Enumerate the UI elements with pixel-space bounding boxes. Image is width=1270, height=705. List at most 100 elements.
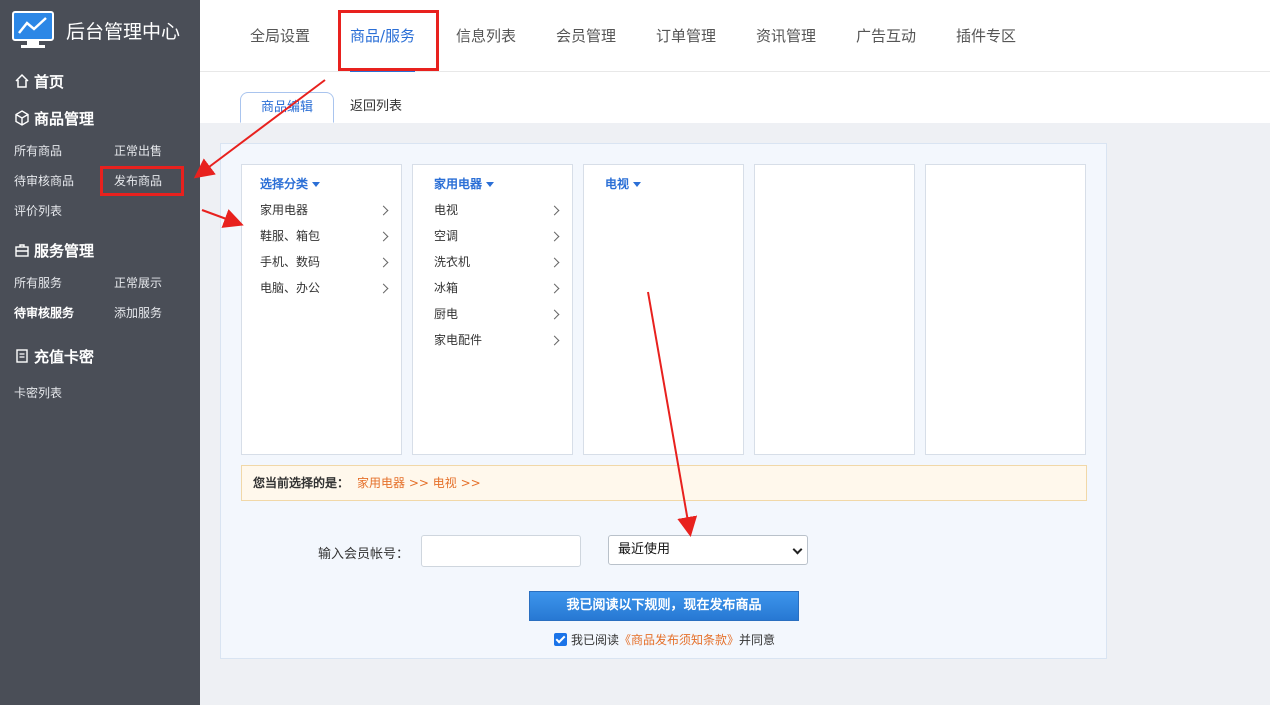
category-item[interactable]: 电脑、办公 [242, 281, 401, 307]
subtab-edit-goods[interactable]: 商品编辑 [240, 92, 335, 123]
caret-down-icon [312, 182, 321, 187]
sidebar-item-card-list[interactable]: 卡密列表 [14, 378, 114, 408]
sidebar: 后台管理中心 首页 商品管理 所有商品 正常出售 待审核商品 发布商品 评价列表… [0, 0, 200, 705]
category-column-3-title: 电视 [605, 177, 630, 191]
category-item-label: 家电配件 [434, 333, 483, 347]
category-item-label: 手机、数码 [260, 255, 321, 269]
caret-down-icon [633, 182, 642, 187]
member-account-label: 输入会员帐号： [318, 547, 410, 562]
chevron-right-icon [378, 283, 389, 294]
tab-member-management[interactable]: 会员管理 [556, 0, 616, 72]
category-item[interactable]: 厨电 [413, 307, 572, 333]
category-item-label: 鞋服、箱包 [260, 229, 321, 243]
tab-news-management[interactable]: 资讯管理 [756, 0, 816, 72]
category-column-2-title: 家用电器 [434, 177, 483, 191]
agree-prefix: 我已阅读 [571, 633, 620, 647]
category-item-label: 家用电器 [260, 203, 309, 217]
category-item-label: 电视 [434, 203, 459, 217]
sidebar-item-all-goods[interactable]: 所有商品 [14, 136, 114, 166]
chevron-right-icon [549, 309, 560, 320]
category-item-label: 冰箱 [434, 281, 459, 295]
sidebar-item-all-services[interactable]: 所有服务 [14, 268, 114, 298]
current-selection-bar: 您当前选择的是： 家用电器 >> 电视 >> [241, 465, 1087, 501]
briefcase-icon [15, 244, 29, 257]
category-item[interactable]: 空调 [413, 229, 572, 255]
sidebar-item-pending-services[interactable]: 待审核服务 [14, 298, 114, 328]
chevron-right-icon [378, 231, 389, 242]
brand: 后台管理中心 [0, 0, 200, 60]
current-selection-label: 您当前选择的是： [253, 476, 350, 490]
category-item[interactable]: 电视 [413, 203, 572, 229]
sidebar-goods-items: 所有商品 正常出售 待审核商品 发布商品 评价列表 [0, 136, 200, 226]
tab-global-settings[interactable]: 全局设置 [250, 0, 310, 72]
sidebar-item-home[interactable]: 首页 [0, 62, 200, 100]
sidebar-services-items: 所有服务 正常展示 待审核服务 添加服务 [0, 268, 200, 328]
agree-suffix: 并同意 [739, 633, 776, 647]
category-column-3: 电视 [583, 164, 744, 455]
sidebar-group-cards[interactable]: 充值卡密 [0, 338, 200, 374]
tab-ad-interaction[interactable]: 广告互动 [856, 0, 916, 72]
cube-icon [15, 110, 29, 126]
terms-link[interactable]: 《商品发布须知条款》 [619, 631, 739, 648]
category-column-1-title: 选择分类 [260, 177, 309, 191]
chevron-right-icon [549, 283, 560, 294]
publish-goods-button[interactable]: 我已阅读以下规则，现在发布商品 [529, 591, 799, 621]
sidebar-item-on-sale[interactable]: 正常出售 [114, 136, 214, 166]
sidebar-group-cards-title: 充值卡密 [34, 347, 95, 366]
member-account-input[interactable] [421, 535, 581, 567]
category-item[interactable]: 鞋服、箱包 [242, 229, 401, 255]
subtab-back-to-list[interactable]: 返回列表 [330, 92, 422, 123]
chevron-right-icon [378, 257, 389, 268]
chevron-right-icon [549, 205, 560, 216]
chevron-right-icon [549, 231, 560, 242]
recent-use-select[interactable]: 最近使用 [608, 535, 808, 565]
tab-info-list[interactable]: 信息列表 [456, 0, 516, 72]
home-icon [15, 73, 29, 88]
category-item-label: 厨电 [434, 307, 459, 321]
category-column-1: 选择分类 家用电器 鞋服、箱包 手机、数码 电脑、办公 [241, 164, 402, 455]
sidebar-item-reviews[interactable]: 评价列表 [14, 196, 114, 226]
chevron-down-icon [792, 544, 803, 555]
sidebar-item-publish-goods[interactable]: 发布商品 [100, 166, 184, 196]
sidebar-group-services[interactable]: 服务管理 [0, 232, 200, 268]
monitor-chart-icon [12, 11, 54, 48]
sidebar-item-showing[interactable]: 正常展示 [114, 268, 214, 298]
category-item-label: 洗衣机 [434, 255, 471, 269]
tab-order-management[interactable]: 订单管理 [656, 0, 716, 72]
category-item-label: 空调 [434, 229, 459, 243]
category-item-label: 电脑、办公 [260, 281, 321, 295]
chevron-right-icon [378, 205, 389, 216]
sub-tabs: 商品编辑 返回列表 [200, 72, 1270, 123]
highlight-box [338, 10, 439, 71]
sidebar-group-goods-title: 商品管理 [34, 109, 95, 128]
sidebar-group-goods[interactable]: 商品管理 [0, 100, 200, 136]
category-column-2: 家用电器 电视 空调 洗衣机 冰箱 厨电 家电配件 [412, 164, 573, 455]
chevron-right-icon [549, 335, 560, 346]
caret-down-icon [486, 182, 495, 187]
category-item[interactable]: 家电配件 [413, 333, 572, 359]
chevron-right-icon [549, 257, 560, 268]
tab-plugins[interactable]: 插件专区 [956, 0, 1016, 72]
agree-checkbox[interactable] [554, 633, 567, 646]
publish-panel: 选择分类 家用电器 鞋服、箱包 手机、数码 电脑、办公 家用电器 电视 空调 洗… [220, 143, 1107, 659]
current-selection-path: 家用电器 >> 电视 >> [357, 476, 481, 490]
top-nav: 全局设置 商品/服务 信息列表 会员管理 订单管理 资讯管理 广告互动 插件专区 [200, 0, 1270, 72]
sidebar-cards-items: 卡密列表 [0, 378, 200, 408]
category-column-4 [754, 164, 915, 455]
sidebar-home-label: 首页 [34, 72, 65, 91]
recent-use-select-value: 最近使用 [618, 542, 671, 557]
document-icon [16, 349, 28, 363]
category-item[interactable]: 手机、数码 [242, 255, 401, 281]
category-column-5 [925, 164, 1086, 455]
agree-terms: 我已阅读 《商品发布须知条款》 并同意 [554, 631, 775, 648]
category-item[interactable]: 家用电器 [242, 203, 401, 229]
category-column-1-head[interactable]: 选择分类 [242, 165, 401, 203]
category-column-2-head[interactable]: 家用电器 [413, 165, 572, 203]
brand-title: 后台管理中心 [66, 20, 181, 43]
category-column-3-head[interactable]: 电视 [584, 165, 743, 203]
category-item[interactable]: 冰箱 [413, 281, 572, 307]
category-item[interactable]: 洗衣机 [413, 255, 572, 281]
sidebar-item-add-service[interactable]: 添加服务 [114, 298, 214, 328]
sidebar-group-services-title: 服务管理 [34, 241, 95, 260]
sidebar-item-pending-goods[interactable]: 待审核商品 [14, 166, 114, 196]
